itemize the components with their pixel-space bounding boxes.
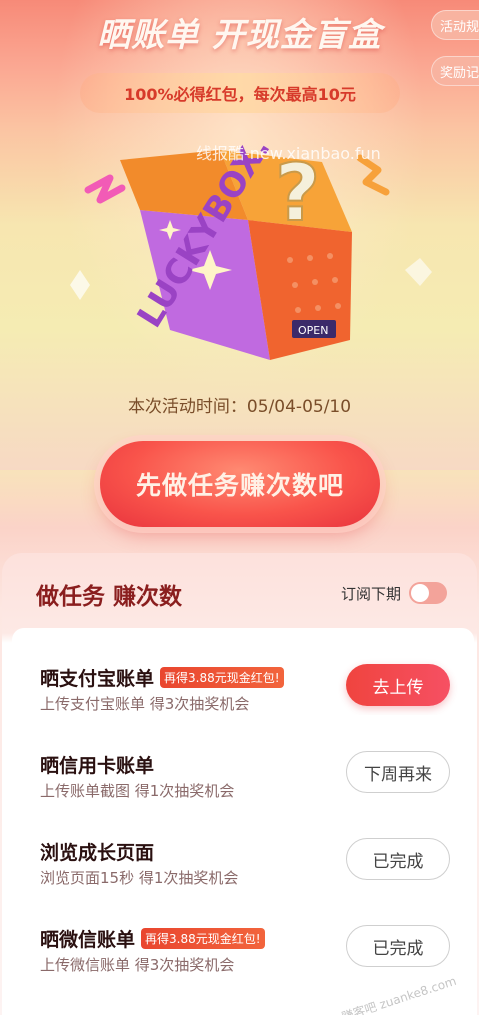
watermark-text: 线报酷-new.xianbao.fun: [196, 144, 381, 163]
subscribe-toggle[interactable]: [409, 582, 448, 604]
subscribe-next-period[interactable]: 订阅下期: [341, 582, 448, 604]
task-title: 晒微信账单: [40, 929, 136, 951]
come-next-week-button[interactable]: 下周再来: [346, 751, 450, 793]
task-description: 浏览页面15秒 得1次抽奖机会: [40, 869, 239, 887]
activity-time: 本次活动时间：05/04-05/10: [127, 397, 352, 417]
rules-button[interactable]: 活动规: [431, 10, 479, 40]
svg-text:OPEN: OPEN: [298, 324, 328, 337]
sparkle-icon: [84, 174, 126, 204]
task-list: 晒支付宝账单 再得3.88元现金红包! 上传支付宝账单 得3次抽奖机会 去上传 …: [12, 628, 474, 976]
completed-button[interactable]: 已完成: [346, 925, 450, 967]
subtitle-pill: 100%必得红包，每次最高10元: [80, 73, 400, 113]
task-description: 上传微信账单 得3次抽奖机会: [40, 956, 235, 974]
task-title: 浏览成长页面: [40, 842, 155, 864]
upload-button[interactable]: 去上传: [346, 664, 450, 706]
task-title: 晒支付宝账单: [40, 668, 155, 690]
completed-button[interactable]: 已完成: [346, 838, 450, 880]
task-description: 上传账单截图 得1次抽奖机会: [40, 782, 235, 800]
lucky-box-illustration[interactable]: ? LUCKYBOX. OPEN: [60, 130, 440, 390]
subscribe-label: 订阅下期: [341, 584, 402, 603]
task-description: 上传支付宝账单 得3次抽奖机会: [40, 695, 250, 713]
panel-title: 做任务 赚次数: [36, 584, 183, 610]
bonus-badge: 再得3.88元现金红包!: [160, 667, 284, 688]
task-item-wechat-bill: 晒微信账单 再得3.88元现金红包! 上传微信账单 得3次抽奖机会 已完成: [12, 889, 474, 976]
task-item-alipay-bill: 晒支付宝账单 再得3.88元现金红包! 上传支付宝账单 得3次抽奖机会 去上传: [12, 628, 474, 715]
task-item-credit-card-bill: 晒信用卡账单 上传账单截图 得1次抽奖机会 下周再来: [12, 715, 474, 802]
task-title: 晒信用卡账单: [40, 755, 155, 777]
earn-chances-button[interactable]: 先做任务赚次数吧: [100, 441, 380, 527]
page-title: 晒账单 开现金盲盒: [97, 15, 382, 54]
prize-record-button[interactable]: 奖励记: [431, 56, 479, 86]
bonus-badge: 再得3.88元现金红包!: [141, 928, 265, 949]
task-item-browse-growth-page: 浏览成长页面 浏览页面15秒 得1次抽奖机会 已完成: [12, 802, 474, 889]
